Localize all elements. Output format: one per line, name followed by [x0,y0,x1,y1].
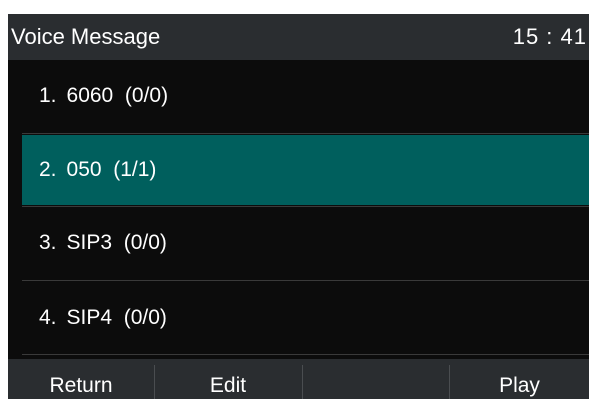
play-softkey[interactable]: Play [450,359,589,399]
account-label: 050 (1/1) [66,158,157,181]
page-title: Voice Message [11,24,161,49]
clock: 15 : 41 [512,24,587,49]
account-item-1[interactable]: 1. 6060 (0/0) [22,60,589,132]
account-item-3[interactable]: 3. SIP3 (0/0) [22,208,589,278]
return-softkey[interactable]: Return [8,359,154,399]
account-item-4[interactable]: 4. SIP4 (0/0) [22,282,589,353]
account-index: 1. [39,84,57,107]
voice-message-account-list: 1. 6060 (0/0) 2. 050 (1/1) 3. SIP3 (0/0) 4.… [22,60,589,357]
account-item-text: 1. 6060 (0/0) [39,84,168,108]
edit-softkey-label: Edit [209,374,247,397]
edit-softkey[interactable]: Edit [155,359,301,399]
account-index: 4. [39,305,57,329]
account-index: 3. [39,231,57,254]
row-divider [22,354,589,355]
empty-softkey[interactable] [303,359,449,399]
softkey-bar: Return Edit Play [8,359,589,399]
account-label: SIP3 (0/0) [66,231,167,254]
return-softkey-label: Return [49,374,113,397]
account-label: 6060 (0/0) [66,84,169,107]
account-item-text: 2. 050 (1/1) [39,158,156,182]
account-item-2[interactable]: 2. 050 (1/1) [22,135,589,205]
row-divider [22,133,589,134]
account-item-text: 3. SIP3 (0/0) [39,231,167,255]
row-divider [22,206,589,207]
account-index: 2. [39,158,57,181]
title-bar: Voice Message 15 : 41 [8,14,589,60]
account-item-text: 4. SIP4 (0/0) [39,306,167,330]
phone-screen: Voice Message 15 : 41 1. 6060 (0/0) 2. 050… [8,14,589,399]
play-softkey-label: Play [499,374,540,397]
row-divider [22,280,589,281]
account-label: SIP4 (0/0) [66,305,167,329]
